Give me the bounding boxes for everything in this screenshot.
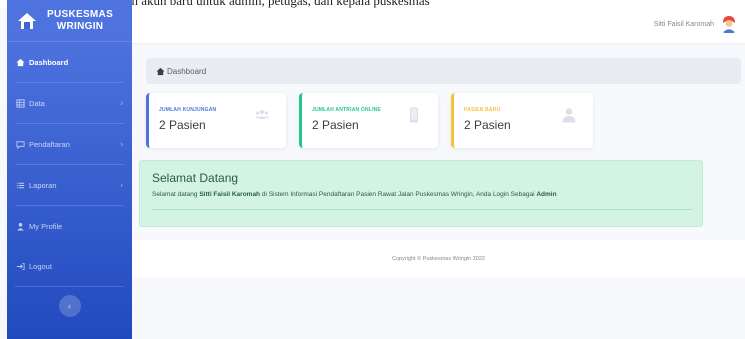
- sidebar-item-dashboard[interactable]: Dashboard: [7, 42, 132, 82]
- stat-card-pasien-baru: PASIEN BARU 2 Pasien: [451, 93, 593, 148]
- home-icon: [18, 12, 36, 29]
- table-icon: [16, 98, 25, 108]
- welcome-middle: di Sistem Informasi Pendaftaran Pasien R…: [260, 191, 537, 198]
- welcome-prefix: Selamat datang: [152, 191, 200, 198]
- sidebar-toggle-button[interactable]: ‹: [58, 295, 81, 317]
- user-menu[interactable]: Sitti Faisil Karomah: [654, 14, 739, 34]
- welcome-message: Selamat datang Sitti Faisil Karomah di S…: [152, 191, 690, 198]
- user-icon: [17, 222, 24, 231]
- mobile-icon: [410, 107, 418, 123]
- users-icon: [255, 109, 269, 119]
- brand-line-2: WRINGIN: [56, 20, 104, 32]
- sidebar-item-label: Dashboard: [29, 57, 69, 67]
- comment-icon: [16, 140, 25, 149]
- sidebar-item-label: Laporan: [29, 180, 57, 190]
- list-icon: [16, 182, 25, 188]
- welcome-user-name: Sitti Faisil Karomah: [199, 191, 261, 198]
- sidebar-item-my-profile[interactable]: My Profile: [7, 206, 132, 246]
- sidebar-item-label: Data: [29, 98, 45, 108]
- sidebar-item-logout[interactable]: Logout: [7, 246, 132, 286]
- sidebar: PUSKESMAS WRINGIN Dashboard Data › Penda…: [7, 0, 132, 339]
- welcome-title: Selamat Datang: [152, 171, 239, 185]
- logout-icon: [16, 262, 25, 270]
- stat-card-kunjungan: JUMLAH KUNJUNGAN 2 Pasien: [146, 93, 286, 148]
- sidebar-item-label: Logout: [29, 261, 52, 271]
- sidebar-divider: [15, 286, 124, 287]
- brand-line-1: PUSKESMAS: [47, 8, 114, 20]
- sidebar-item-data[interactable]: Data ›: [7, 83, 132, 123]
- welcome-alert: Selamat Datang Selamat datang Sitti Fais…: [139, 160, 703, 227]
- caption-text: mlah akun baru untuk admin, petugas, dan…: [112, 0, 430, 8]
- chevron-right-icon: ›: [120, 139, 123, 149]
- stat-card-antrian-online: JUMLAH ANTRIAN ONLINE 2 Pasien: [299, 93, 438, 148]
- home-icon: [156, 67, 165, 75]
- topbar: Sitti Faisil Karomah: [132, 8, 745, 43]
- welcome-divider: [152, 209, 692, 210]
- sidebar-item-laporan[interactable]: Laporan ›: [7, 165, 132, 205]
- home-icon: [16, 58, 25, 66]
- sidebar-brand[interactable]: PUSKESMAS WRINGIN: [7, 0, 132, 42]
- avatar-icon: [719, 14, 739, 34]
- sidebar-item-label: Pendaftaran: [29, 139, 70, 149]
- chevron-left-icon: ‹: [68, 301, 71, 311]
- welcome-role: Admin: [536, 191, 557, 198]
- chevron-right-icon: ›: [120, 180, 123, 190]
- breadcrumb-label: Dashboard: [167, 66, 207, 76]
- user-name: Sitti Faisil Karomah: [653, 20, 714, 28]
- sidebar-item-label: My Profile: [29, 221, 63, 231]
- footer: Copyright © Puskesmas Wringin 2022: [132, 240, 745, 277]
- breadcrumb: Dashboard: [146, 58, 741, 84]
- sidebar-item-pendaftaran[interactable]: Pendaftaran ›: [7, 124, 132, 164]
- footer-copyright: Copyright © Puskesmas Wringin 2022: [392, 255, 485, 262]
- user-icon: [562, 108, 576, 123]
- brand-name: PUSKESMAS WRINGIN: [47, 9, 113, 33]
- chevron-right-icon: ›: [120, 98, 123, 108]
